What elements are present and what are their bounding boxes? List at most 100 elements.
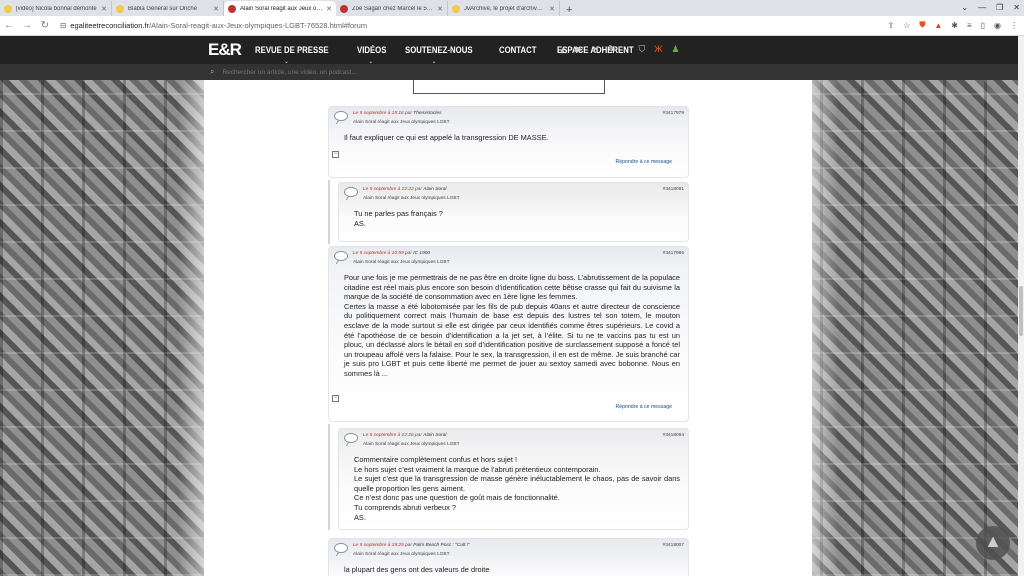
shield-icon[interactable]: ⛉ bbox=[638, 44, 645, 55]
site-header: E&R REVUE DE PRESSE ⌄ VIDÉOS ⌄ SOUTENEZ-NO… bbox=[0, 36, 1024, 65]
comment-date: Le 5 septembre à 22:22 bbox=[363, 187, 414, 192]
close-window-icon[interactable]: ✕ bbox=[1013, 3, 1020, 12]
minimize-icon[interactable]: — bbox=[978, 3, 986, 12]
brave-rewards-icon[interactable]: ▲ bbox=[934, 21, 942, 30]
comment-date: Le 5 septembre à 10:59 bbox=[353, 251, 404, 256]
close-tab-icon[interactable]: ✕ bbox=[326, 5, 332, 13]
comment-bubble-icon bbox=[344, 187, 358, 197]
browser-tab[interactable]: [video] Nicola bonnal démonte ✕ bbox=[0, 1, 112, 16]
forum-content: Le 5 septembre à 15:16 par Themistocles … bbox=[204, 80, 812, 576]
share-icon[interactable]: ⇪ bbox=[887, 21, 894, 30]
comment-id[interactable]: #3418094 bbox=[663, 433, 684, 438]
reply-link[interactable]: Répondre à ce message bbox=[615, 404, 672, 410]
browser-tab-strip: [video] Nicola bonnal démonte ✕ Blabla Gé… bbox=[0, 0, 1024, 16]
comment-body: Pour une fois je me permettrais de ne pa… bbox=[344, 273, 680, 378]
site-logo[interactable]: E&R bbox=[208, 40, 242, 60]
extensions-icon[interactable]: ✱ bbox=[951, 21, 958, 30]
comment-subject[interactable]: Alain Soral réagit aux Jeux olympiques L… bbox=[353, 120, 450, 125]
comment-author[interactable]: Alain Soral bbox=[423, 433, 446, 438]
collapse-toggle[interactable]: − bbox=[332, 395, 339, 402]
site-search-input[interactable] bbox=[222, 68, 523, 76]
site-search-bar: ⌕ bbox=[0, 64, 1024, 80]
brave-shield-icon[interactable]: ⛊ bbox=[919, 20, 925, 30]
forum-comment: Le 5 septembre à 15:16 par Themistocles … bbox=[328, 106, 689, 178]
page-info-icon[interactable]: ⊟ bbox=[60, 21, 66, 30]
reply-link[interactable]: Répondre à ce message bbox=[615, 159, 672, 165]
menu-icon[interactable]: ⋮ bbox=[1010, 21, 1018, 30]
x-icon[interactable]: ✕ bbox=[592, 44, 600, 55]
reload-icon[interactable]: ↻ bbox=[36, 20, 54, 31]
social-links: ◭ ▶ ✕ ✈ ♪ ⛉ Ж ♟ bbox=[560, 44, 680, 55]
tab-search-icon[interactable]: ⌄ bbox=[961, 3, 968, 12]
site-favicon-icon bbox=[452, 4, 460, 13]
gettr-icon[interactable]: ✈ bbox=[608, 44, 616, 55]
bookmark-star-icon[interactable]: ☆ bbox=[903, 21, 910, 30]
close-tab-icon[interactable]: ✕ bbox=[549, 5, 555, 13]
menu-revue-de-presse[interactable]: REVUE DE PRESSE ⌄ bbox=[255, 45, 329, 65]
search-icon: ⌕ bbox=[210, 67, 215, 76]
thread-indent-bar bbox=[328, 180, 330, 244]
background-fade-right bbox=[812, 80, 838, 576]
media-icon[interactable]: ≡ bbox=[967, 21, 972, 30]
comment-subject[interactable]: Alain Soral réagit aux Jeux olympiques L… bbox=[363, 442, 460, 447]
site-favicon-icon bbox=[4, 4, 12, 13]
comment-body: Tu ne parles pas français ? AS. bbox=[354, 209, 443, 228]
comment-subject[interactable]: Alain Soral réagit aux Jeux olympiques L… bbox=[353, 552, 450, 557]
scrollbar-thumb[interactable] bbox=[1019, 286, 1023, 336]
url-field[interactable]: ⊟ egaliteetreconciliation.fr/Alain-Soral… bbox=[60, 21, 780, 30]
browser-tab[interactable]: Blabla Général sur Onche ✕ bbox=[112, 1, 224, 16]
menu-videos[interactable]: VIDÉOS ⌄ bbox=[357, 45, 386, 65]
menu-soutenez-nous[interactable]: SOUTENEZ-NOUS ⌄ bbox=[405, 45, 473, 65]
close-tab-icon[interactable]: ✕ bbox=[437, 5, 443, 13]
url-path: /Alain-Soral-reagit-aux-Jeux-olympiques-… bbox=[149, 21, 368, 30]
comment-meta: Le 5 septembre à 22:26 par Alain Soral bbox=[363, 433, 447, 438]
comment-subject[interactable]: Alain Soral réagit aux Jeux olympiques L… bbox=[363, 196, 460, 201]
comment-meta: Le 5 septembre à 19:25 par Palm Beach Po… bbox=[353, 543, 470, 548]
browser-tab-active[interactable]: Alain Soral réagit aux Jeux olympiques✕ bbox=[224, 1, 336, 16]
collapse-toggle[interactable]: − bbox=[332, 151, 339, 158]
comment-date: Le 5 septembre à 22:26 bbox=[363, 433, 414, 438]
sidebar-icon[interactable]: ▯ bbox=[981, 21, 985, 30]
comment-meta: Le 5 septembre à 10:59 par IC 1900 bbox=[353, 251, 431, 256]
thread-indent-bar bbox=[328, 424, 330, 530]
forum-comment: Le 5 septembre à 19:25 par Palm Beach Po… bbox=[328, 538, 689, 576]
comment-id[interactable]: #3417979 bbox=[663, 111, 684, 116]
forum-reply: Le 5 septembre à 22:22 par Alain Soral A… bbox=[338, 182, 689, 242]
comment-id[interactable]: #3417966 bbox=[663, 251, 684, 256]
rumble-icon[interactable]: ♟ bbox=[672, 44, 680, 55]
page-scrollbar[interactable] bbox=[1018, 36, 1024, 576]
close-tab-icon[interactable]: ✕ bbox=[213, 5, 219, 13]
comment-date: Le 5 septembre à 15:16 bbox=[353, 111, 404, 116]
menu-contact[interactable]: CONTACT bbox=[499, 45, 537, 56]
maximize-icon[interactable]: ❐ bbox=[996, 3, 1003, 12]
telegram-icon[interactable]: ◭ bbox=[560, 44, 567, 55]
comment-body: la plupart des gens ont des valeurs de d… bbox=[344, 565, 490, 574]
tiktok-icon[interactable]: ♪ bbox=[625, 44, 630, 55]
new-tab-icon[interactable]: + bbox=[560, 4, 578, 16]
comment-date: Le 5 septembre à 19:25 bbox=[353, 543, 404, 548]
close-tab-icon[interactable]: ✕ bbox=[101, 5, 107, 13]
comment-bubble-icon bbox=[334, 543, 348, 553]
comment-body: Commentaire complètement confus et hors … bbox=[354, 455, 680, 522]
window-controls: ⌄ — ❐ ✕ bbox=[961, 0, 1020, 14]
comment-author[interactable]: Alain Soral bbox=[423, 187, 446, 192]
profile-icon[interactable]: ◉ bbox=[994, 21, 1001, 30]
comment-author[interactable]: IC 1900 bbox=[413, 251, 430, 256]
browser-tab[interactable]: JvArchive, le projet d'archivage ✕ bbox=[448, 1, 560, 16]
comment-bubble-icon bbox=[334, 111, 348, 121]
comment-id[interactable]: #3418007 bbox=[663, 543, 684, 548]
comment-author[interactable]: Palm Beach Posс : "Cult !" bbox=[413, 543, 469, 548]
comment-author[interactable]: Themistocles bbox=[413, 111, 441, 116]
comment-id[interactable]: #3418091 bbox=[663, 187, 684, 192]
forward-icon[interactable]: → bbox=[18, 20, 36, 31]
back-icon[interactable]: ← bbox=[0, 20, 18, 31]
browser-tab[interactable]: Zoé Sagan chez Marcel le 5 septembre✕ bbox=[336, 1, 448, 16]
comment-subject[interactable]: Alain Soral réagit aux Jeux olympiques L… bbox=[353, 260, 450, 265]
previous-element-stub bbox=[413, 80, 605, 94]
youtube-icon[interactable]: ▶ bbox=[576, 44, 583, 55]
scroll-to-top-button[interactable]: ▲ bbox=[976, 526, 1010, 560]
extensions-area: ⇪ ☆ ⛊ ▲ ✱ ≡ ▯ ◉ ⋮ bbox=[887, 20, 1018, 30]
site-favicon-icon bbox=[228, 4, 236, 13]
site-favicon-icon bbox=[340, 4, 348, 13]
odysee-icon[interactable]: Ж bbox=[654, 44, 662, 55]
